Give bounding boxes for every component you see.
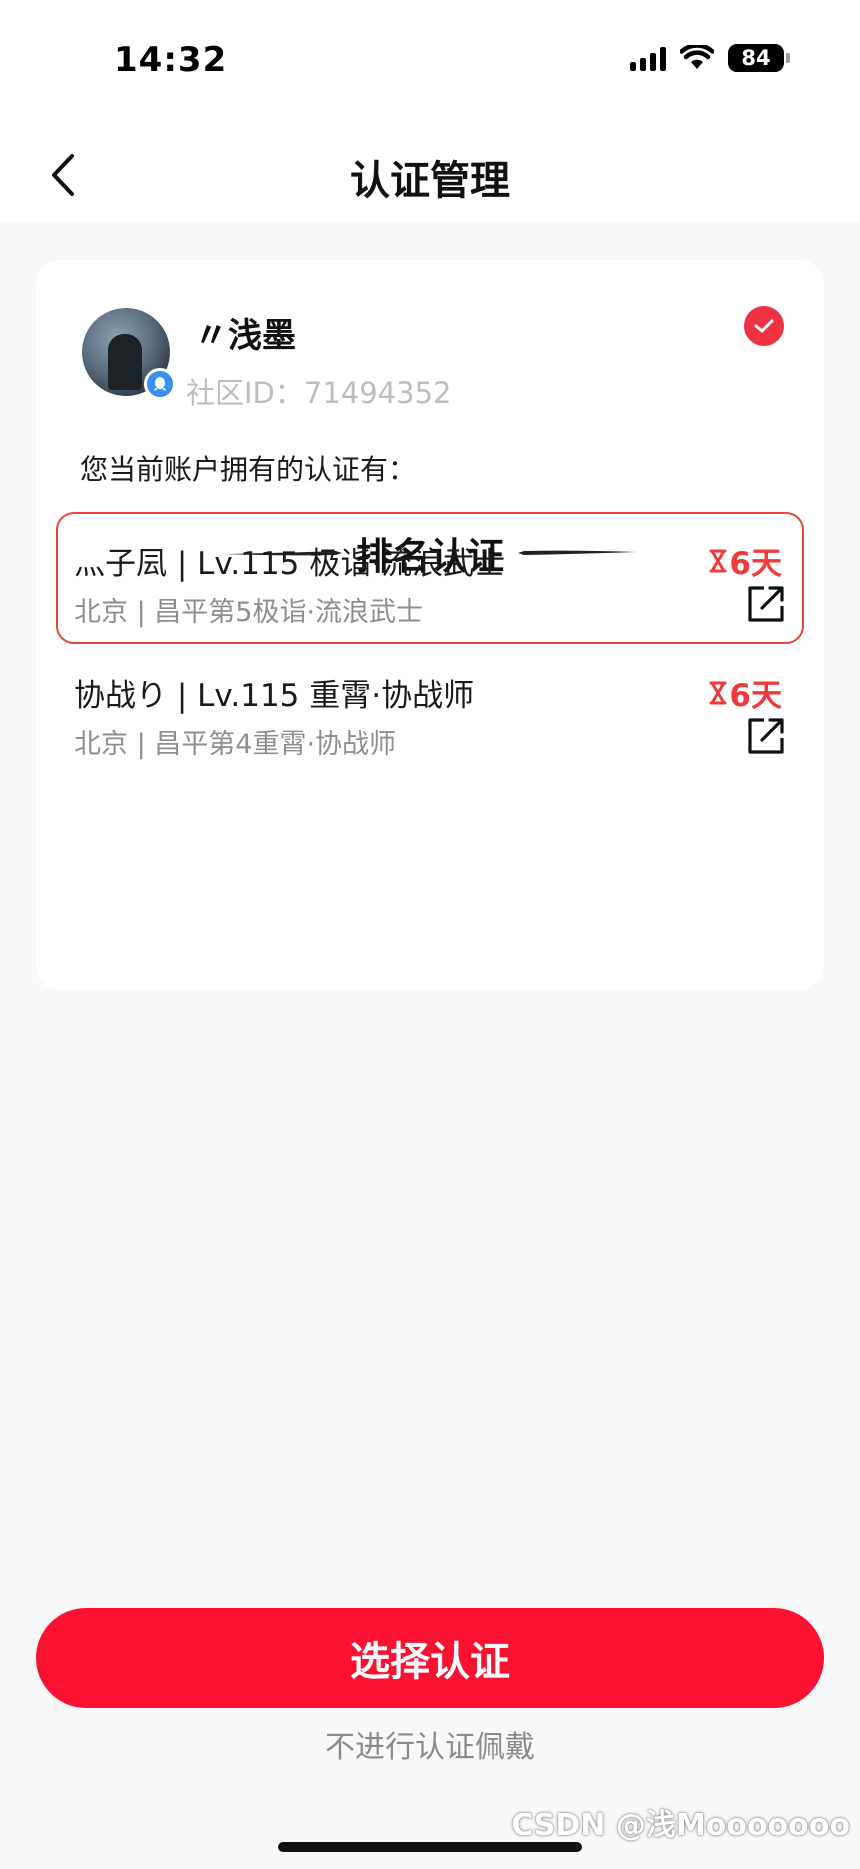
certification-title: 协战り | Lv.115 重霄·协战师 [74, 678, 475, 714]
battery-icon: 84 [728, 44, 790, 72]
cellular-signal-icon [630, 45, 666, 71]
hourglass-icon [709, 549, 727, 572]
user-name: 〃浅墨 [194, 316, 296, 356]
qq-badge-icon [144, 368, 176, 400]
certification-card: 〃浅墨 社区ID：71494352 您当前账户拥有的认证有： 排名认证 灬子凨 … [36, 260, 824, 990]
certification-subtitle: 北京 | 昌平第5极诣·流浪武士 [74, 597, 424, 628]
avatar-figure [108, 334, 142, 390]
battery-level: 84 [741, 46, 771, 70]
external-link-icon[interactable] [746, 584, 786, 624]
page-title: 认证管理 [350, 158, 510, 204]
certification-title: 灬子凨 | Lv.115 极诣·流浪武士 [74, 546, 506, 582]
remaining-days-value: 6天 [729, 678, 782, 714]
remaining-days-value: 6天 [729, 546, 782, 582]
remaining-days: 6天 [709, 538, 782, 583]
remaining-days: 6天 [709, 670, 782, 715]
skip-certification-link[interactable]: 不进行认证佩戴 [0, 1722, 860, 1766]
home-indicator[interactable] [278, 1842, 582, 1852]
certification-item[interactable]: 协战り | Lv.115 重霄·协战师 北京 | 昌平第4重霄·协战师 6天 [56, 644, 804, 776]
check-icon [744, 306, 784, 346]
owned-certifications-label: 您当前账户拥有的认证有： [80, 453, 417, 486]
certification-item[interactable]: 灬子凨 | Lv.115 极诣·流浪武士 北京 | 昌平第5极诣·流浪武士 6天 [56, 512, 804, 644]
community-id: 社区ID：71494352 [186, 376, 452, 410]
watermark: CSDN @浅Mooooooo [511, 1808, 850, 1843]
external-link-icon[interactable] [746, 716, 786, 756]
certification-subtitle: 北京 | 昌平第4重霄·协战师 [74, 729, 397, 760]
wifi-icon [680, 45, 714, 69]
status-time: 14:32 [114, 40, 228, 80]
select-certification-button[interactable]: 选择认证 [36, 1608, 824, 1708]
header-area: 14:32 84 认证管理 [0, 0, 860, 222]
hourglass-icon [709, 681, 727, 704]
status-icons: 84 [630, 44, 790, 72]
